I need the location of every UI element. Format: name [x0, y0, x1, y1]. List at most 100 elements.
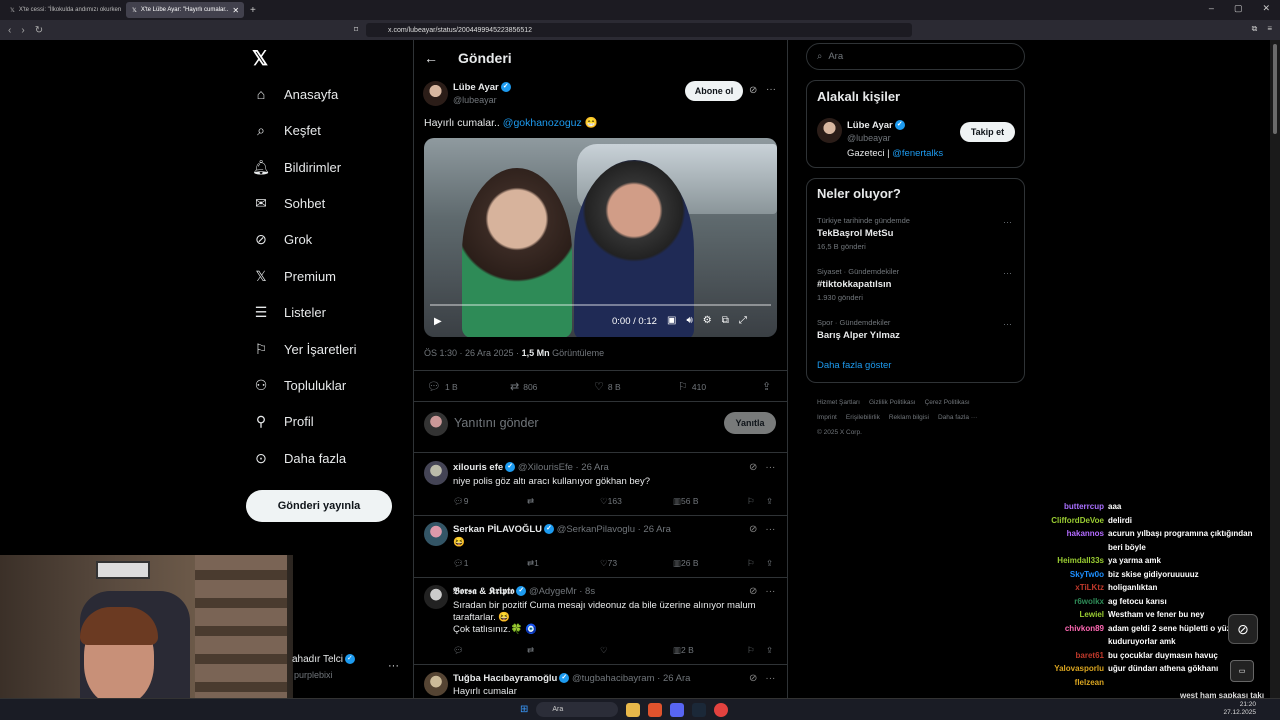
nav-item-profile[interactable]: ⚲ Profil: [252, 413, 314, 430]
reply-count[interactable]: 💬︎ 1 B: [427, 380, 458, 393]
grok-explain-icon[interactable]: ⊘: [749, 85, 757, 96]
volume-icon[interactable]: 🔊︎: [686, 315, 692, 326]
file-explorer-icon[interactable]: [626, 702, 641, 717]
share-icon[interactable]: ⇪: [766, 558, 773, 569]
more-options-icon[interactable]: ···: [1003, 217, 1012, 227]
settings-icon[interactable]: ⚙: [703, 315, 712, 326]
reply-button[interactable]: Yanıtla: [724, 412, 776, 434]
footer-link[interactable]: Imprint: [817, 414, 837, 421]
bio-mention[interactable]: @fenertalks: [892, 148, 943, 159]
like-count[interactable]: ♡ 8 B: [594, 380, 621, 393]
taskbar-search[interactable]: Ara: [536, 702, 619, 717]
reply-icon[interactable]: 💬︎: [453, 645, 464, 656]
grok-overlay-icon[interactable]: ⊘: [1228, 614, 1258, 644]
bookmark-icon[interactable]: ⚐: [747, 645, 755, 656]
more-options-icon[interactable]: ···: [1003, 319, 1012, 329]
bookmark-icon[interactable]: ⚐: [747, 496, 755, 507]
nav-item-messages[interactable]: ✉ Sohbet: [252, 195, 325, 212]
related-avatar[interactable]: [817, 118, 842, 143]
nav-item-lists[interactable]: ☰ Listeler: [252, 304, 326, 321]
scrollbar[interactable]: [1270, 40, 1280, 698]
share-icon[interactable]: ⇪: [766, 496, 773, 507]
reply-avatar[interactable]: [424, 585, 448, 609]
chat-overlay-icon[interactable]: ▭: [1230, 660, 1254, 682]
search-input[interactable]: ⌕ Ara: [806, 43, 1025, 70]
more-options-icon[interactable]: ···: [765, 586, 775, 597]
back-arrow-icon[interactable]: ←: [424, 50, 438, 66]
mention-link[interactable]: @gokhanozoguz: [503, 117, 582, 129]
heart-icon[interactable]: ♡: [600, 645, 608, 656]
captions-icon[interactable]: ▣: [667, 315, 676, 326]
reload-icon[interactable]: ↻: [35, 25, 43, 36]
related-name[interactable]: Lübe Ayar ✓: [847, 120, 905, 131]
nav-item-premium[interactable]: 𝕏 Premium: [252, 268, 336, 285]
reply-author[interactable]: Serkan PİLAVOĞLU ✓ @SerkanPilavoglu · 26 …: [453, 524, 671, 535]
more-options-icon[interactable]: ···: [388, 660, 399, 672]
nav-item-notifications[interactable]: 🔔︎ Bildirimler: [252, 159, 341, 176]
forward-icon[interactable]: ›: [21, 25, 24, 36]
subscribe-button[interactable]: Abone ol: [685, 81, 743, 101]
more-options-icon[interactable]: ···: [765, 524, 775, 535]
play-icon[interactable]: ▶: [434, 316, 442, 327]
close-tab-icon[interactable]: ✕: [232, 6, 239, 15]
account-switcher[interactable]: ahadır Telci ✓: [292, 654, 355, 665]
obs-icon[interactable]: [714, 702, 729, 717]
more-options-icon[interactable]: ···: [766, 84, 776, 95]
reply-retweet-count[interactable]: ⇄ 1: [527, 558, 539, 569]
discord-icon[interactable]: [670, 702, 685, 717]
nav-item-home[interactable]: ⌂ Anasayfa: [252, 86, 338, 102]
footer-link[interactable]: Çerez Politikası: [925, 399, 970, 406]
browser-tab-active[interactable]: 𝕏 X'te Lübe Ayar: "Hayırlı cumalar.. ✕: [126, 2, 244, 18]
more-options-icon[interactable]: ···: [765, 462, 775, 473]
share-icon[interactable]: ⇪: [766, 645, 773, 656]
retweet-count[interactable]: ⇄ 806: [510, 380, 537, 393]
trend-name[interactable]: Barış Alper Yılmaz: [817, 330, 900, 341]
reply-view-count[interactable]: ▥ 26 B: [673, 558, 699, 569]
author-name[interactable]: Lübe Ayar ✓: [453, 82, 511, 93]
follow-button[interactable]: Takip et: [960, 122, 1015, 142]
trend-name[interactable]: TekBaşrol MetSu: [817, 228, 893, 239]
share-button[interactable]: ⇪: [762, 380, 771, 393]
reply-view-count[interactable]: ▥ 56 B: [673, 496, 699, 507]
author-handle[interactable]: @lubeayar: [453, 95, 497, 105]
video-player[interactable]: ▶ 0:00 / 0:12 ▣ 🔊︎ ⚙ ⧉ ⤢: [424, 138, 777, 337]
nav-item-more[interactable]: ⊙ Daha fazla: [252, 450, 346, 467]
footer-link[interactable]: Daha fazla ···: [938, 414, 977, 421]
url-input[interactable]: x.com/lubeayar/status/200449994522385651…: [366, 23, 912, 37]
reply-like-count[interactable]: ♡ 163: [600, 496, 622, 507]
reply-reply-count[interactable]: 💬︎ 9: [453, 496, 469, 507]
reply-reply-count[interactable]: 💬︎ 1: [453, 558, 469, 569]
bookmark-icon[interactable]: ⚐: [747, 558, 755, 569]
author-avatar[interactable]: [423, 81, 448, 106]
footer-link[interactable]: Gizlilik Politikası: [869, 399, 916, 406]
fullscreen-icon[interactable]: ⤢: [739, 315, 747, 326]
new-tab-icon[interactable]: +: [250, 5, 256, 16]
brave-icon[interactable]: [648, 702, 663, 717]
reply-avatar[interactable]: [424, 672, 448, 696]
footer-link[interactable]: Erişilebilirlik: [846, 414, 880, 421]
more-options-icon[interactable]: ···: [765, 673, 775, 684]
grok-icon[interactable]: ⊘: [749, 673, 757, 684]
nav-item-grok[interactable]: ⊘ Grok: [252, 231, 312, 248]
reply-view-count[interactable]: ▥ 2 B: [673, 645, 694, 656]
back-icon[interactable]: ‹: [8, 25, 11, 36]
nav-item-communities[interactable]: ⚇ Topluluklar: [252, 377, 346, 394]
reply-avatar[interactable]: [424, 522, 448, 546]
reply-retweet[interactable]: ⇄: [527, 496, 534, 507]
reply-retweet[interactable]: ⇄: [527, 645, 534, 656]
close-window-icon[interactable]: ✕: [1262, 3, 1270, 14]
minimize-icon[interactable]: –: [1209, 3, 1214, 14]
browser-tab[interactable]: 𝕏 X'te cessi: "İlkokulda andımızı okurken: [4, 2, 122, 18]
nav-item-explore[interactable]: ⌕ Keşfet: [252, 122, 321, 139]
post-button[interactable]: Gönderi yayınla: [246, 490, 392, 522]
steam-icon[interactable]: [692, 702, 707, 717]
reply-avatar[interactable]: [424, 461, 448, 485]
grok-icon[interactable]: ⊘: [749, 586, 757, 597]
bookmark-page-icon[interactable]: ⌑: [354, 25, 358, 34]
windows-start-icon[interactable]: ⊞: [520, 704, 528, 715]
tweet-time[interactable]: ÖS 1:30 · 26 Ara 2025 ·: [424, 348, 522, 358]
menu-icon[interactable]: ≡: [1267, 24, 1272, 34]
reply-author[interactable]: xilouris efe ✓ @XilourisEfe · 26 Ara: [453, 462, 609, 473]
related-handle[interactable]: @lubeayar: [847, 133, 891, 143]
footer-link[interactable]: Reklam bilgisi: [889, 414, 929, 421]
